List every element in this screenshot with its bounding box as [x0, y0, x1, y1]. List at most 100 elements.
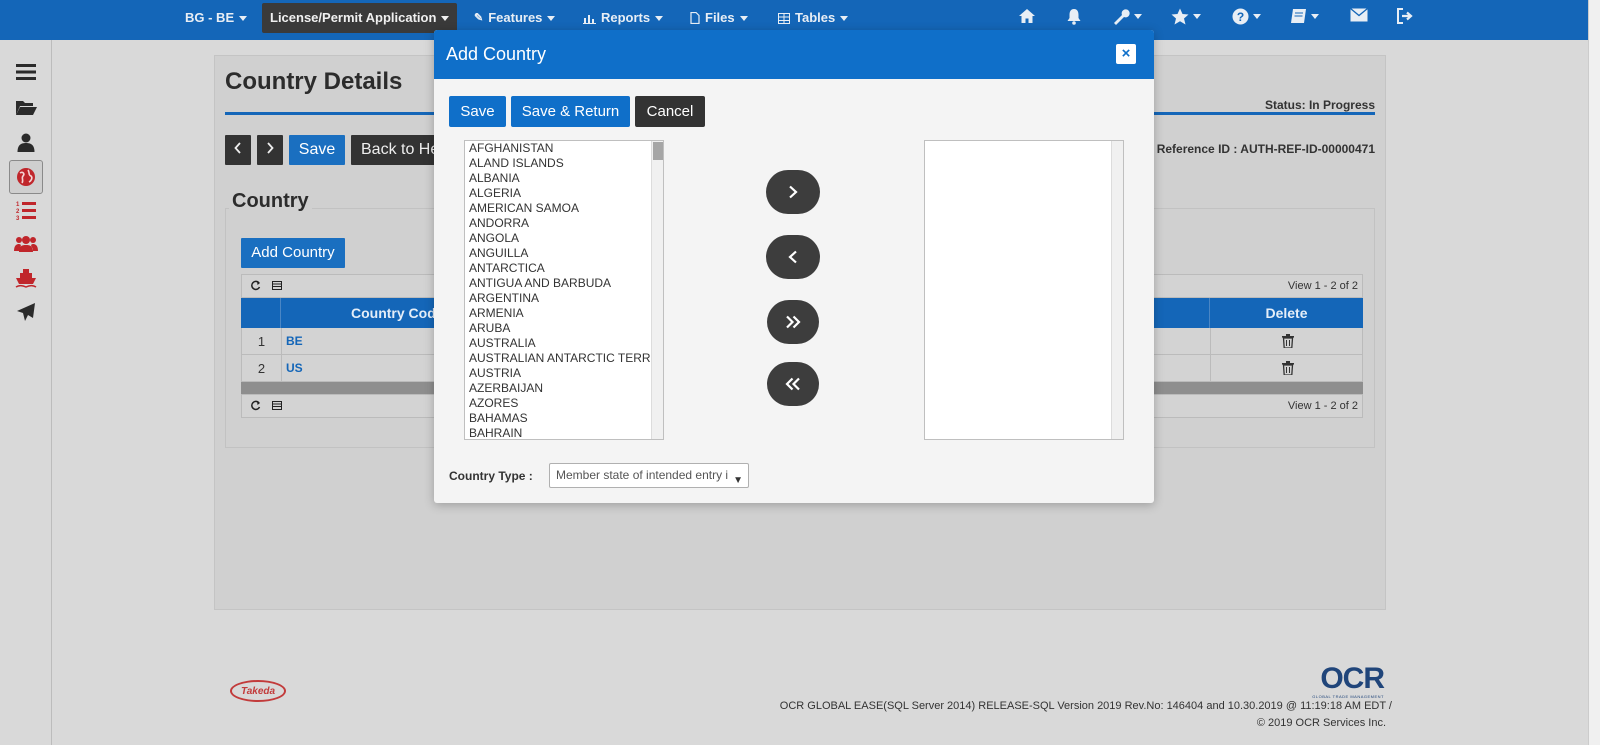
prev-button[interactable] [225, 135, 251, 165]
paper-plane-icon[interactable] [14, 300, 38, 324]
bar-chart-icon [583, 14, 596, 24]
list-scrollbar[interactable] [651, 141, 663, 439]
users-group-icon[interactable] [14, 232, 38, 256]
trash-icon[interactable] [1210, 328, 1364, 354]
copyright: © 2019 OCR Services Inc. [1256, 717, 1386, 729]
chevron-down-icon [1193, 14, 1201, 19]
view-count: View 1 - 2 of 2 [1287, 280, 1358, 292]
company-label: BG - BE [185, 10, 235, 25]
view-count: View 1 - 2 of 2 [1287, 400, 1358, 412]
logout-icon[interactable] [1396, 8, 1414, 24]
chevron-left-icon [788, 250, 797, 264]
next-button[interactable] [257, 135, 283, 165]
section-title: Country [229, 190, 312, 213]
envelope-icon[interactable] [1350, 8, 1368, 22]
numbered-list-icon[interactable]: 123 [14, 198, 38, 222]
move-right-button[interactable] [766, 170, 820, 214]
left-sidebar: 123 [0, 40, 52, 745]
country-option[interactable]: AZORES [465, 396, 663, 411]
country-option[interactable]: AFGHANISTAN [465, 141, 663, 156]
wrench-menu[interactable] [1112, 8, 1142, 25]
book-icon [1291, 9, 1306, 23]
scroll-thumb[interactable] [653, 142, 663, 160]
module-selector[interactable]: License/Permit Application [262, 3, 458, 33]
columns-icon[interactable] [272, 281, 282, 293]
chevron-right-icon [789, 185, 798, 199]
header-delete: Delete [1209, 298, 1363, 328]
country-option[interactable]: AZERBAIJAN [465, 381, 663, 396]
country-type-select[interactable]: Member state of intended entry i ▼ [549, 463, 749, 488]
country-option[interactable]: ANTARCTICA [465, 261, 663, 276]
add-country-modal: Add Country × Save Save & Return Cancel … [434, 30, 1154, 503]
chevron-down-icon [547, 15, 556, 21]
svg-text:2: 2 [16, 209, 20, 215]
cancel-button[interactable]: Cancel [635, 96, 705, 127]
file-icon [690, 12, 700, 24]
list-scrollbar[interactable] [1111, 141, 1123, 439]
save-button[interactable]: Save [449, 96, 506, 127]
columns-icon[interactable] [272, 401, 282, 413]
folder-open-icon[interactable] [14, 95, 38, 119]
save-return-button[interactable]: Save & Return [511, 96, 630, 127]
user-icon[interactable] [14, 130, 38, 154]
header-country-code[interactable]: Country Cod [351, 298, 436, 328]
country-option[interactable]: ALGERIA [465, 186, 663, 201]
country-option[interactable]: AUSTRALIA [465, 336, 663, 351]
country-option[interactable]: ANGUILLA [465, 246, 663, 261]
country-option[interactable]: AMERICAN SAMOA [465, 201, 663, 216]
refresh-icon[interactable] [250, 400, 261, 414]
bell-icon[interactable] [1066, 8, 1082, 25]
window-scrollbar[interactable] [1588, 0, 1600, 745]
country-option[interactable]: ALBANIA [465, 171, 663, 186]
ocr-logo: OCR [1320, 662, 1385, 695]
country-option[interactable]: ARGENTINA [465, 291, 663, 306]
refresh-icon[interactable] [250, 280, 261, 294]
company-selector[interactable]: BG - BE [185, 0, 248, 36]
home-icon[interactable] [1018, 8, 1036, 24]
globe-icon[interactable] [9, 160, 43, 194]
docs-menu[interactable] [1290, 8, 1319, 24]
country-option[interactable]: AUSTRIA [465, 366, 663, 381]
back-to-header-button[interactable]: Back to He [351, 135, 435, 165]
status-label: Status: In Progress [1264, 98, 1375, 112]
wrench-icon [1114, 9, 1130, 25]
chevron-right-icon [267, 142, 274, 154]
favorites-menu[interactable] [1171, 8, 1201, 25]
country-option[interactable]: ANGOLA [465, 231, 663, 246]
move-all-right-button[interactable] [767, 300, 819, 344]
country-option[interactable]: ANDORRA [465, 216, 663, 231]
available-countries-list[interactable]: AFGHANISTAN ALAND ISLANDS ALBANIA ALGERIA AM… [464, 140, 664, 440]
move-all-left-button[interactable] [767, 362, 819, 406]
country-code-link[interactable]: BE [286, 328, 303, 354]
country-code-link[interactable]: US [286, 355, 303, 381]
chevron-down-icon [239, 15, 248, 21]
ship-icon[interactable] [14, 266, 38, 290]
country-option[interactable]: ANTIGUA AND BARBUDA [465, 276, 663, 291]
table-icon [778, 12, 790, 24]
chevron-down-icon [1253, 14, 1261, 19]
ocr-tagline: GLOBAL TRADE MANAGEMENT [1312, 694, 1384, 699]
country-type-value: Member state of intended entry i [556, 468, 729, 482]
close-icon[interactable]: × [1116, 44, 1136, 64]
help-menu[interactable]: ? [1232, 8, 1261, 25]
country-option[interactable]: BAHRAIN [465, 426, 663, 439]
row-number: 1 [242, 328, 282, 354]
chevron-down-icon [1311, 13, 1319, 19]
chevron-down-icon [840, 15, 849, 21]
hamburger-menu-icon[interactable] [14, 60, 38, 84]
country-option[interactable]: ALAND ISLANDS [465, 156, 663, 171]
row-number: 2 [242, 355, 282, 381]
country-option[interactable]: ARUBA [465, 321, 663, 336]
page-title: Country Details [225, 68, 403, 95]
country-option[interactable]: AUSTRALIAN ANTARCTIC TERR [465, 351, 663, 366]
selected-countries-list[interactable] [924, 140, 1124, 440]
trash-icon[interactable] [1210, 355, 1364, 381]
svg-text:3: 3 [16, 216, 20, 220]
chevron-down-icon [441, 15, 450, 21]
country-option[interactable]: ARMENIA [465, 306, 663, 321]
page-save-button[interactable]: Save [289, 135, 345, 165]
add-country-button[interactable]: Add Country [241, 238, 345, 268]
country-type-label: Country Type : [449, 469, 533, 483]
country-option[interactable]: BAHAMAS [465, 411, 663, 426]
move-left-button[interactable] [766, 235, 820, 279]
